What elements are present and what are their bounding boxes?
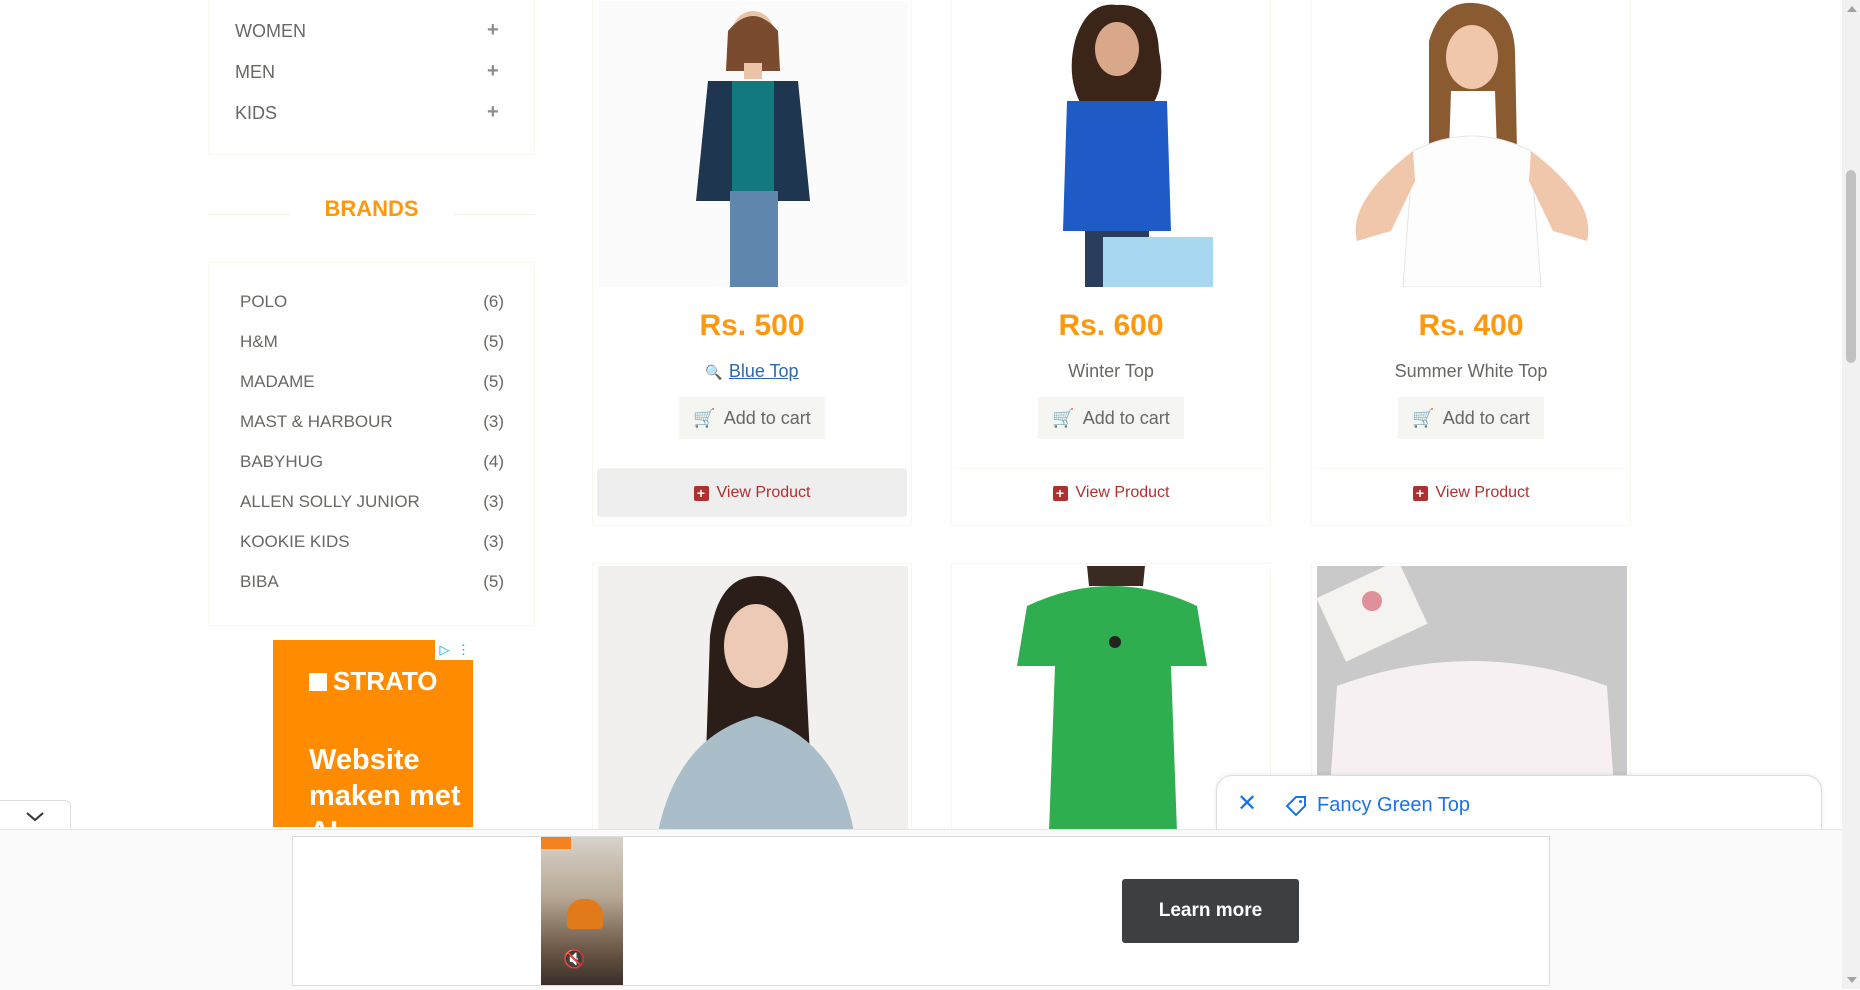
product-card <box>592 563 912 833</box>
plus-square-icon: + <box>693 485 709 501</box>
scrollbar[interactable] <box>1842 0 1860 989</box>
strato-brand-text: STRATO <box>333 666 438 696</box>
product-name-link[interactable]: Blue Top <box>729 361 799 381</box>
view-product-label: View Product <box>1075 484 1170 501</box>
brand-name: BIBA <box>240 572 279 591</box>
brand-name: MADAME <box>240 372 315 391</box>
brands-title: BRANDS <box>324 196 419 221</box>
product-card: Rs. 600 Winter Top 🛒 Add to cart + View Pr… <box>951 0 1271 526</box>
view-product-button[interactable]: + View Product <box>956 468 1266 517</box>
tag-icon <box>1285 796 1306 817</box>
brand-count: (5) <box>483 332 504 351</box>
view-product-button[interactable]: + View Product <box>1316 468 1626 517</box>
product-image[interactable] <box>957 1 1267 287</box>
brand-item-madame[interactable]: MADAME (5) <box>240 372 504 392</box>
expand-women-icon[interactable]: + <box>487 19 499 42</box>
scroll-up-icon[interactable] <box>1847 6 1857 12</box>
brand-item-babyhug[interactable]: BABYHUG (4) <box>240 452 504 472</box>
product-image[interactable] <box>598 566 908 832</box>
product-price: Rs. 500 <box>699 309 805 342</box>
video-thumbnail-figure <box>567 899 603 929</box>
collapse-ad-button[interactable] <box>0 800 71 832</box>
expand-men-icon[interactable]: + <box>487 60 499 83</box>
product-image[interactable] <box>1317 1 1627 287</box>
add-to-cart-label: Add to cart <box>723 407 811 428</box>
product-card: Rs. 400 Summer White Top 🛒 Add to cart + V… <box>1311 0 1631 526</box>
strato-logo-icon <box>309 673 327 691</box>
product-price: Rs. 600 <box>1058 309 1164 342</box>
brand-count: (6) <box>483 292 504 311</box>
brand-name: ALLEN SOLLY JUNIOR <box>240 492 420 511</box>
cart-icon: 🛒 <box>1052 407 1075 428</box>
add-to-cart-button[interactable]: 🛒 Add to cart <box>679 397 825 439</box>
scroll-down-icon[interactable] <box>1847 977 1857 983</box>
category-women[interactable]: WOMEN <box>235 21 306 42</box>
view-product-button[interactable]: + View Product <box>597 468 907 517</box>
product-name[interactable]: Summer White Top <box>1312 361 1630 382</box>
brand-name: BABYHUG <box>240 452 324 471</box>
brands-divider-right <box>453 214 535 215</box>
ad-choices-icon[interactable]: ▷ <box>435 640 454 660</box>
brand-name: KOOKIE KIDS <box>240 532 350 551</box>
strato-ad[interactable]: ▷ ⋮ STRATO Website maken met AI <box>273 640 473 827</box>
brand-item-biba[interactable]: BIBA (5) <box>240 572 504 592</box>
product-card: Rs. 500 🔍 Blue Top 🛒 Add to cart + View Pro… <box>592 0 912 526</box>
ad-choices-badge[interactable]: ▷ ⋮ <box>435 640 473 660</box>
add-to-cart-label: Add to cart <box>1442 407 1530 428</box>
bottom-ad[interactable]: 🔇 Learn more <box>292 836 1550 986</box>
video-thumbnail[interactable]: 🔇 <box>541 837 623 985</box>
product-image[interactable] <box>598 1 908 287</box>
brand-count: (4) <box>483 452 504 471</box>
brand-name: H&M <box>240 332 278 351</box>
add-to-cart-label: Add to cart <box>1082 407 1170 428</box>
product-name[interactable]: Winter Top <box>952 361 1270 382</box>
brand-count: (3) <box>483 492 504 511</box>
product-price: Rs. 400 <box>1418 309 1524 342</box>
chevron-down-icon <box>26 811 44 821</box>
close-icon[interactable]: ✕ <box>1237 792 1257 816</box>
learn-more-button[interactable]: Learn more <box>1122 879 1299 943</box>
brands-panel: POLO (6) H&M (5) MADAME (5) MAST & HARBOUR (… <box>208 262 535 626</box>
add-to-cart-button[interactable]: 🛒 Add to cart <box>1038 397 1184 439</box>
cart-icon: 🛒 <box>693 407 716 428</box>
mute-icon[interactable]: 🔇 <box>563 949 585 970</box>
popup-product-link[interactable]: Fancy Green Top <box>1317 794 1470 817</box>
category-men[interactable]: MEN <box>235 62 275 83</box>
product-popup: ✕ Fancy Green Top <box>1216 775 1822 835</box>
brand-count: (5) <box>483 372 504 391</box>
brand-name: MAST & HARBOUR <box>240 412 393 431</box>
expand-kids-icon[interactable]: + <box>487 101 499 124</box>
add-to-cart-button[interactable]: 🛒 Add to cart <box>1398 397 1544 439</box>
plus-square-icon: + <box>1052 485 1068 501</box>
product-name[interactable]: 🔍 Blue Top <box>593 361 911 382</box>
brand-item-allen-solly-junior[interactable]: ALLEN SOLLY JUNIOR (3) <box>240 492 504 512</box>
brand-count: (5) <box>483 572 504 591</box>
scrollbar-thumb[interactable] <box>1846 170 1856 363</box>
brand-item-mast-harbour[interactable]: MAST & HARBOUR (3) <box>240 412 504 432</box>
view-product-label: View Product <box>716 484 811 501</box>
brand-item-polo[interactable]: POLO (6) <box>240 292 504 312</box>
plus-square-icon: + <box>1412 485 1428 501</box>
ad-menu-icon[interactable]: ⋮ <box>454 640 473 660</box>
strato-ad-text: Website maken met AI <box>309 744 461 827</box>
brand-item-hm[interactable]: H&M (5) <box>240 332 504 352</box>
category-kids[interactable]: KIDS <box>235 103 277 124</box>
category-panel: WOMEN + MEN + KIDS + <box>208 0 535 155</box>
cart-icon: 🛒 <box>1412 407 1435 428</box>
brand-count: (3) <box>483 532 504 551</box>
brand-name: POLO <box>240 292 288 311</box>
ad-logo-mark <box>541 837 571 849</box>
bottom-ad-bar: 🔇 Learn more <box>0 829 1842 990</box>
brand-item-kookie-kids[interactable]: KOOKIE KIDS (3) <box>240 532 504 552</box>
strato-logo: STRATO <box>309 666 437 697</box>
view-product-label: View Product <box>1435 484 1530 501</box>
brand-count: (3) <box>483 412 504 431</box>
search-icon: 🔍 <box>705 364 723 380</box>
